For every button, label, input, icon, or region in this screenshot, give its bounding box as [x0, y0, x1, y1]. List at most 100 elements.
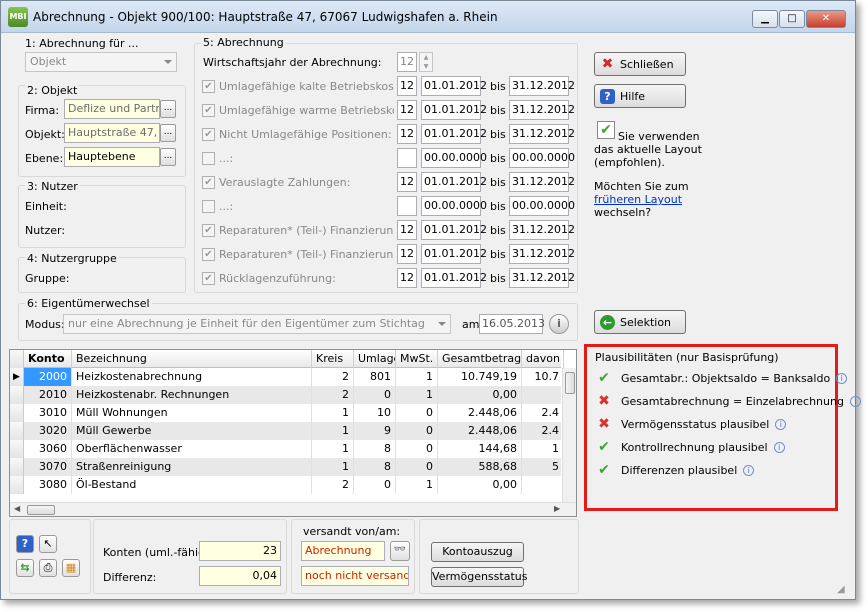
table-cell[interactable]: 10.749,19 [438, 368, 522, 386]
table-cell[interactable]: 10 [354, 404, 396, 422]
table-cell[interactable]: 9 [354, 422, 396, 440]
table-cell[interactable]: Oberflächenwasser [72, 440, 312, 458]
firma-browse-button[interactable]: ... [160, 100, 176, 118]
maximize-button[interactable]: □ [779, 10, 805, 28]
glasses-icon[interactable]: 👓 [390, 541, 410, 561]
table-cell[interactable]: 2.4 [522, 422, 564, 440]
abrechnung-row-year[interactable]: 12 [397, 100, 417, 120]
column-header[interactable]: davon ve [522, 350, 564, 368]
abrechnung-row-checkbox[interactable]: ✔ [202, 224, 215, 237]
row-selector[interactable]: ▶ [10, 368, 24, 386]
table-cell[interactable]: Straßenreinigung [72, 458, 312, 476]
row-selector[interactable] [10, 404, 24, 422]
table-cell[interactable]: 1 [522, 440, 564, 458]
abrechnung-row-year[interactable] [397, 196, 417, 216]
abrechnung-row-checkbox[interactable]: ✔ [202, 104, 215, 117]
kontoauszug-button[interactable]: Kontoauszug [431, 542, 524, 562]
table-cell[interactable] [522, 476, 564, 494]
info-icon[interactable]: i [773, 442, 785, 453]
table-cell[interactable]: 0,00 [438, 476, 522, 494]
table-cell[interactable]: 2010 [24, 386, 72, 404]
row-selector[interactable] [10, 422, 24, 440]
column-header[interactable]: Konto [24, 350, 72, 368]
table-cell[interactable]: 1 [396, 368, 438, 386]
table-cell[interactable]: 0 [396, 458, 438, 476]
table-cell[interactable]: 1 [312, 422, 354, 440]
table-cell[interactable]: 2000 [24, 368, 72, 386]
table-cell[interactable]: 8 [354, 458, 396, 476]
table-row[interactable]: 2010 Heizkostenabr. Rechnungen 2 0 1 0,00 [10, 386, 564, 404]
table-cell[interactable]: 3060 [24, 440, 72, 458]
abrechnung-row-year[interactable] [397, 148, 417, 168]
abrechnung-row-to[interactable]: 31.12.2012 [509, 220, 575, 240]
column-header[interactable]: Bezeichnung [72, 350, 312, 368]
table-cell[interactable]: 0 [396, 404, 438, 422]
table-cell[interactable]: 8 [354, 440, 396, 458]
table-cell[interactable]: 10.7 [522, 368, 564, 386]
table-cell[interactable]: 1 [312, 440, 354, 458]
row-selector[interactable] [10, 440, 24, 458]
table-cell[interactable]: 0 [396, 422, 438, 440]
abrechnung-row-from[interactable]: 00.00.0000 [421, 196, 487, 216]
close-window-button[interactable]: ✕ [806, 10, 846, 28]
schliessen-button[interactable]: ✖ Schließen [594, 52, 686, 76]
refresh-icon[interactable]: ⇆ [16, 559, 34, 577]
abrechnung-row-checkbox[interactable]: ✔ [202, 248, 215, 261]
pointer-icon[interactable]: ↖ [39, 535, 57, 553]
table-cell[interactable]: Öl-Bestand [72, 476, 312, 494]
abrechnung-row-from[interactable]: 01.01.2012 [421, 172, 487, 192]
versandt-field[interactable]: Abrechnung [301, 541, 385, 561]
vermoegensstatus-button[interactable]: Vermögensstatus [431, 567, 527, 587]
selektion-button[interactable]: ← Selektion [594, 310, 686, 334]
column-header[interactable]: Kreis [312, 350, 354, 368]
table-cell[interactable]: 1 [312, 458, 354, 476]
table-cell[interactable]: 1 [312, 404, 354, 422]
abrechnung-row-to[interactable]: 31.12.2012 [509, 172, 575, 192]
modus-dropdown[interactable]: nur eine Abrechnung je Einheit für den E… [63, 314, 451, 334]
abrechnung-row-from[interactable]: 01.01.2012 [421, 100, 487, 120]
hscroll-thumb[interactable] [27, 505, 55, 515]
table-cell[interactable]: 588,68 [438, 458, 522, 476]
abrechnung-row-checkbox[interactable] [202, 152, 215, 165]
abrechnung-row-checkbox[interactable]: ✔ [202, 272, 215, 285]
abrechnung-row-to[interactable]: 00.00.0000 [509, 148, 575, 168]
stichtag-field[interactable]: 16.05.2013 [479, 314, 545, 334]
column-header[interactable]: MwSt. [396, 350, 438, 368]
vertical-scrollbar[interactable] [562, 368, 576, 503]
hilfe-button[interactable]: ? Hilfe [594, 84, 686, 108]
abrechnung-row-from[interactable]: 01.01.2012 [421, 76, 487, 96]
abrechnung-row-to[interactable]: 31.12.2012 [509, 76, 575, 96]
table-cell[interactable]: 0,00 [438, 386, 522, 404]
table-cell[interactable]: 3010 [24, 404, 72, 422]
info-icon[interactable]: i [849, 396, 861, 407]
help-icon[interactable]: ? [16, 535, 34, 553]
info-icon[interactable]: i [743, 465, 755, 476]
table-cell[interactable]: 801 [354, 368, 396, 386]
info-icon[interactable]: i [549, 314, 569, 334]
abrechnung-fuer-dropdown[interactable]: Objekt [25, 52, 177, 72]
table-cell[interactable]: Müll Wohnungen [72, 404, 312, 422]
abrechnung-row-checkbox[interactable]: ✔ [202, 128, 215, 141]
abrechnung-row-checkbox[interactable] [202, 200, 215, 213]
frueheres-layout-link[interactable]: früheren Layout [594, 193, 682, 206]
table-row[interactable]: 3060 Oberflächenwasser 1 8 0 144,68 1 [10, 440, 564, 458]
wirtschaftsjahr-spinner[interactable]: ▲ ▼ [419, 52, 433, 72]
table-cell[interactable]: Heizkostenabrechnung [72, 368, 312, 386]
table-cell[interactable]: 0 [396, 440, 438, 458]
row-selector[interactable] [10, 458, 24, 476]
abrechnung-row-to[interactable]: 00.00.0000 [509, 196, 575, 216]
table-cell[interactable]: 144,68 [438, 440, 522, 458]
column-header[interactable]: Umlage [354, 350, 396, 368]
print-icon[interactable]: ⎙ [39, 559, 57, 577]
table-icon[interactable]: ▦ [62, 559, 80, 577]
table-cell[interactable]: 3070 [24, 458, 72, 476]
info-icon[interactable]: i [775, 419, 787, 430]
table-cell[interactable] [522, 386, 564, 404]
abrechnung-row-checkbox[interactable]: ✔ [202, 80, 215, 93]
abrechnung-row-year[interactable]: 12 [397, 244, 417, 264]
abrechnung-row-from[interactable]: 01.01.2012 [421, 220, 487, 240]
abrechnung-row-to[interactable]: 31.12.2012 [509, 268, 575, 288]
table-row[interactable]: 3070 Straßenreinigung 1 8 0 588,68 5 [10, 458, 564, 476]
ebene-browse-button[interactable]: ... [160, 148, 176, 166]
title-bar[interactable]: MBI Abrechnung - Objekt 900/100: Hauptst… [1, 1, 855, 33]
